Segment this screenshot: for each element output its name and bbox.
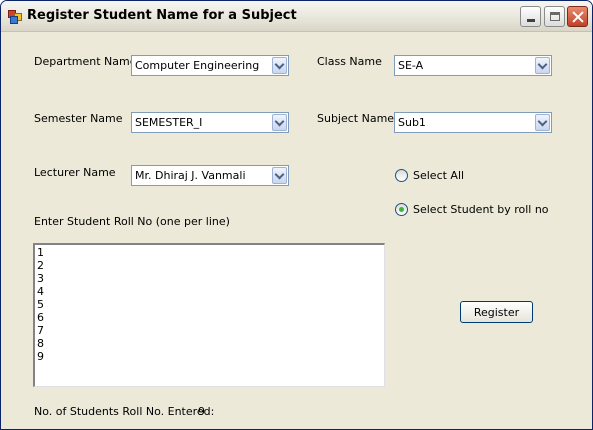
subject-combobox[interactable]: Sub1 xyxy=(394,112,552,133)
class-combobox[interactable]: SE-A xyxy=(394,55,552,76)
roll-number-line: 6 xyxy=(37,311,44,324)
window-title: Register Student Name for a Subject xyxy=(27,8,297,23)
select-by-roll-label[interactable]: Select Student by roll no xyxy=(413,203,549,216)
department-label: Department Name xyxy=(34,55,137,68)
roll-number-line: 9 xyxy=(37,350,44,363)
subject-value: Sub1 xyxy=(398,116,426,129)
select-all-label[interactable]: Select All xyxy=(413,169,464,182)
chevron-down-icon[interactable] xyxy=(272,114,287,131)
chevron-down-icon[interactable] xyxy=(535,57,550,74)
roll-number-list: 1 2 3 4 5 6 7 8 9 xyxy=(37,246,44,363)
select-all-radio[interactable] xyxy=(395,169,408,182)
select-by-roll-radio[interactable] xyxy=(395,203,408,216)
subject-label: Subject Name xyxy=(317,112,395,125)
department-combobox[interactable]: Computer Engineering xyxy=(131,55,289,76)
semester-value: SEMESTER_I xyxy=(135,116,203,129)
roll-number-line: 4 xyxy=(37,285,44,298)
department-value: Computer Engineering xyxy=(135,59,260,72)
close-button[interactable] xyxy=(567,6,588,27)
chevron-down-icon[interactable] xyxy=(535,114,550,131)
chevron-down-icon[interactable] xyxy=(272,167,287,184)
roll-number-line: 5 xyxy=(37,298,44,311)
chevron-down-icon[interactable] xyxy=(272,57,287,74)
radio-selected-dot xyxy=(399,207,404,212)
register-button[interactable]: Register xyxy=(460,301,533,323)
minimize-icon xyxy=(526,19,535,22)
maximize-button[interactable] xyxy=(544,6,565,27)
class-label: Class Name xyxy=(317,55,382,68)
lecturer-value: Mr. Dhiraj J. Vanmali xyxy=(135,169,246,182)
maximize-icon xyxy=(549,12,560,21)
app-window: Register Student Name for a Subject Depa… xyxy=(0,0,593,430)
roll-number-line: 8 xyxy=(37,337,44,350)
roll-count-label: No. of Students Roll No. Entered: xyxy=(34,405,215,418)
close-icon xyxy=(572,11,584,23)
roll-count-value: 9 xyxy=(198,405,205,418)
roll-number-textarea[interactable]: 1 2 3 4 5 6 7 8 9 xyxy=(33,243,385,387)
roll-number-line: 2 xyxy=(37,259,44,272)
roll-entry-label: Enter Student Roll No (one per line) xyxy=(34,215,230,228)
semester-combobox[interactable]: SEMESTER_I xyxy=(131,112,289,133)
roll-number-line: 1 xyxy=(37,246,44,259)
roll-number-line: 3 xyxy=(37,272,44,285)
app-icon[interactable] xyxy=(8,10,22,24)
minimize-button[interactable] xyxy=(520,6,541,27)
class-value: SE-A xyxy=(398,59,424,72)
semester-label: Semester Name xyxy=(34,112,123,125)
roll-number-line: 7 xyxy=(37,324,44,337)
lecturer-label: Lecturer Name xyxy=(34,166,116,179)
title-bar[interactable]: Register Student Name for a Subject xyxy=(1,1,592,32)
lecturer-combobox[interactable]: Mr. Dhiraj J. Vanmali xyxy=(131,165,289,186)
